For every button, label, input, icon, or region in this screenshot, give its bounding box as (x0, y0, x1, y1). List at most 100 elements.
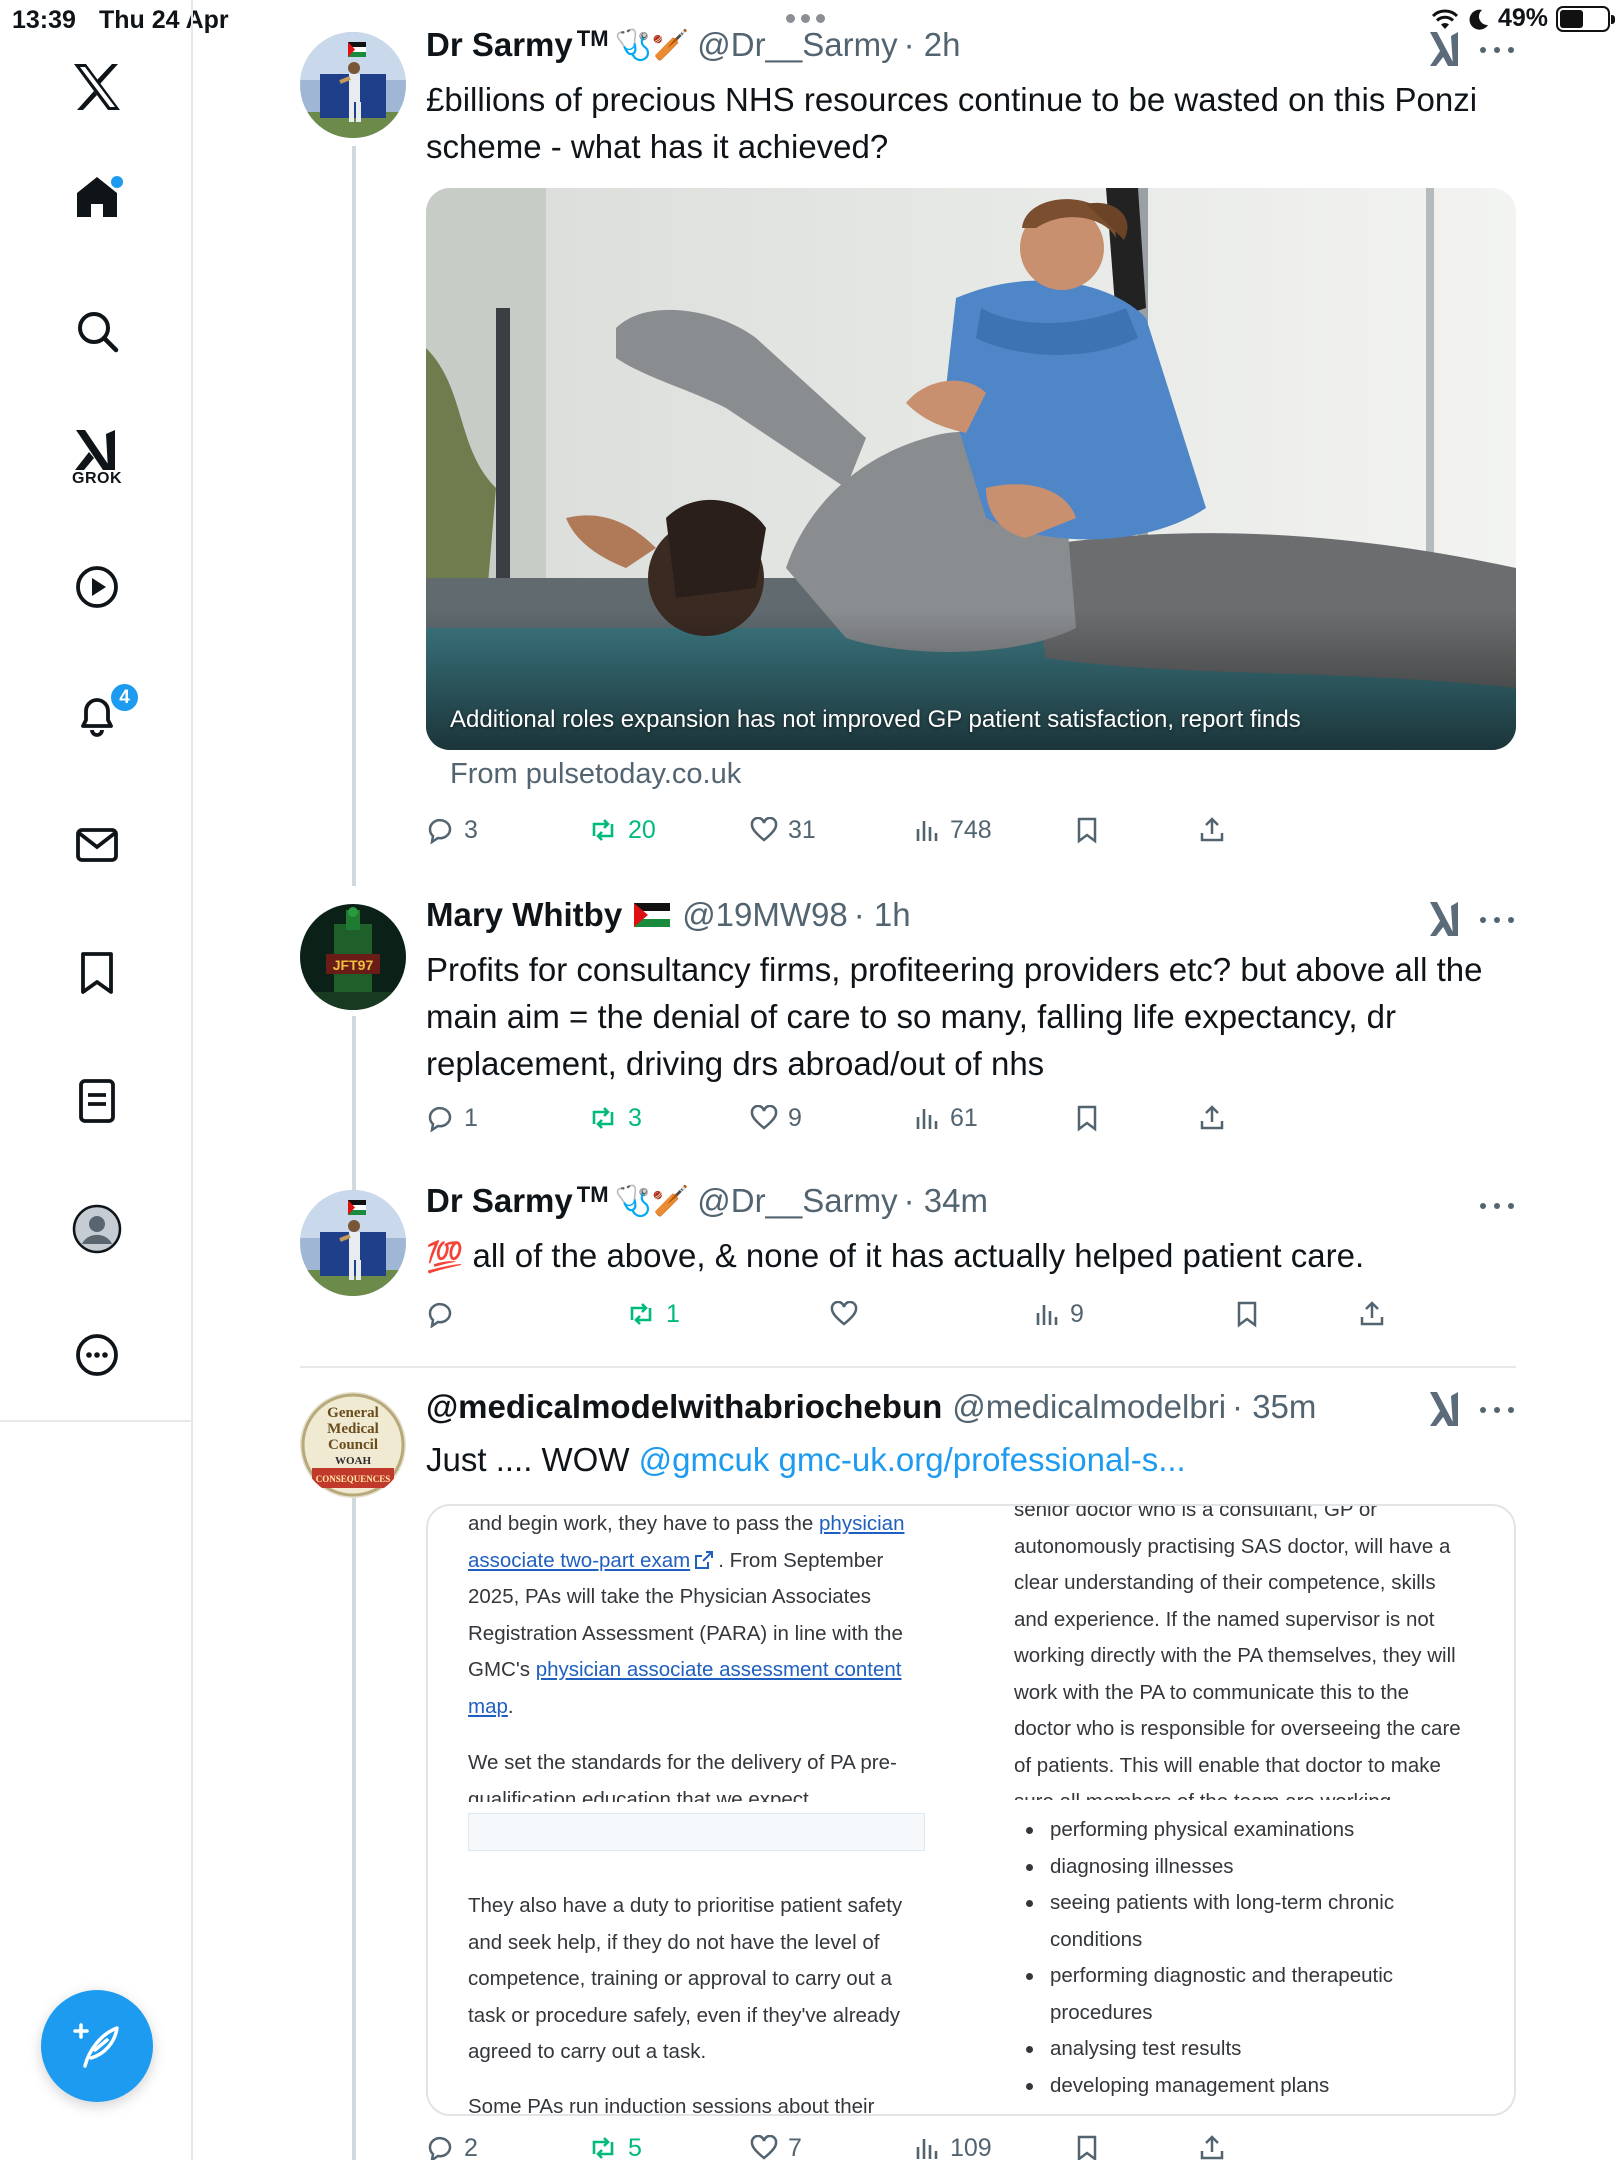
grok-explain-icon[interactable] (1428, 1390, 1464, 1428)
author-handle[interactable]: @medicalmodelbri (952, 1388, 1226, 1426)
tweet-time[interactable]: · 1h (854, 896, 911, 934)
tweet-time[interactable]: · 35m (1232, 1388, 1316, 1426)
doc-text: task or procedure safely, even if they'v… (468, 2003, 900, 2027)
video-icon (76, 566, 118, 608)
author-handle[interactable]: @19MW98 (682, 896, 848, 934)
avatar-text: JFT97 (333, 957, 374, 973)
compose-icon (73, 2023, 119, 2068)
bookmark-icon (81, 952, 113, 994)
author-name[interactable]: @medicalmodelwithabriochebun (426, 1388, 942, 1426)
share-button[interactable] (1358, 1294, 1386, 1334)
moon-icon (1469, 9, 1488, 30)
view-count: 9 (1070, 1299, 1084, 1328)
sidebar: GROK 4 (0, 0, 193, 2160)
avatar-line: Council (328, 1437, 378, 1453)
multitasking-dots-icon[interactable] (786, 8, 834, 28)
bookmark-button[interactable] (1074, 810, 1100, 850)
compose-button[interactable] (41, 1990, 153, 2102)
author-badges: 🩺🏏 (614, 27, 690, 63)
link-card-image[interactable] (426, 188, 1516, 750)
repost-button[interactable]: 3 (588, 1098, 642, 1138)
reply-button[interactable]: 2 (426, 2128, 478, 2160)
external-link-icon (695, 1550, 714, 1569)
tweet-text: Profits for consultancy firms, profiteer… (426, 951, 1483, 1082)
more-options-icon[interactable] (1480, 1200, 1514, 1212)
bookmark-button[interactable] (1074, 2128, 1100, 2160)
like-button[interactable] (830, 1294, 868, 1334)
views-button[interactable]: 748 (914, 810, 992, 850)
author-handle[interactable]: @Dr__Sarmy (697, 1182, 897, 1220)
nav-video[interactable] (55, 564, 139, 610)
heart-icon (750, 817, 778, 842)
more-options-icon[interactable] (1480, 1404, 1514, 1416)
thread-line (352, 146, 356, 886)
tweet-time[interactable]: · 2h (904, 26, 961, 64)
x-logo-icon[interactable] (55, 62, 139, 112)
share-button[interactable] (1198, 1098, 1226, 1138)
avatar[interactable]: JFT97 (300, 904, 406, 1010)
repost-button[interactable]: 20 (588, 810, 656, 850)
heart-icon (750, 1105, 778, 1130)
like-button[interactable]: 31 (750, 810, 816, 850)
repost-count: 3 (628, 1103, 642, 1132)
share-button[interactable] (1198, 2128, 1226, 2160)
nav-notifications[interactable]: 4 (55, 682, 140, 738)
nav-lists[interactable] (55, 1078, 139, 1124)
views-icon (1036, 1305, 1058, 1325)
avatar[interactable]: General Medical Council WOAH CONSEQUENCE… (300, 1392, 406, 1498)
like-button[interactable]: 9 (750, 1098, 802, 1138)
doc-bullet: performing diagnostic and therapeutic pr… (1024, 1958, 1444, 2031)
reply-count: 2 (464, 2133, 478, 2160)
tweet-time[interactable]: · 34m (904, 1182, 988, 1220)
bookmark-button[interactable] (1074, 1098, 1100, 1138)
doc-text: We set the standards for the delivery of… (468, 1751, 897, 1774)
link-card-source[interactable]: From pulsetoday.co.uk (450, 758, 741, 791)
reply-button[interactable]: 1 (426, 1098, 478, 1138)
view-count: 61 (950, 1103, 978, 1132)
repost-button[interactable]: 1 (626, 1294, 680, 1334)
repost-count: 5 (628, 2133, 642, 2160)
avatar-line: General (327, 1405, 379, 1421)
author-name[interactable]: Dr Sarmy (426, 1182, 573, 1220)
bookmark-button[interactable] (1234, 1294, 1260, 1334)
views-button[interactable]: 61 (914, 1098, 978, 1138)
home-new-indicator (111, 176, 123, 188)
share-icon (1200, 2135, 1224, 2160)
repost-button[interactable]: 5 (588, 2128, 642, 2160)
author-name[interactable]: Mary Whitby (426, 896, 622, 934)
doc-text: competence, training or approval to carr… (468, 1967, 892, 1990)
doc-bullet: developing management plans (1024, 2068, 1444, 2105)
nav-messages[interactable] (55, 822, 139, 868)
tweet-text: all of the above, & none of it has actua… (472, 1237, 1365, 1274)
nav-more[interactable] (55, 1332, 139, 1378)
share-button[interactable] (1198, 810, 1226, 850)
grok-explain-icon[interactable] (1428, 900, 1464, 938)
doc-text: work with the PA to communicate this to … (1014, 1680, 1409, 1704)
url-link[interactable]: gmc-uk.org/professional-s... (779, 1441, 1186, 1478)
nav-home[interactable] (55, 174, 139, 220)
views-button[interactable]: 9 (1034, 1294, 1084, 1334)
more-options-icon[interactable] (1480, 914, 1514, 926)
views-button[interactable]: 109 (914, 2128, 992, 2160)
doc-bullet-list: performing physical examinations diagnos… (1024, 1812, 1444, 2104)
avatar[interactable] (300, 32, 406, 138)
attached-image-document[interactable]: and begin work, they have to pass the ph… (426, 1504, 1516, 2116)
reply-button[interactable]: 3 (426, 810, 478, 850)
reply-button[interactable] (426, 1294, 464, 1334)
doc-bullet: seeing patients with long-term chronic c… (1024, 1885, 1444, 1958)
nav-profile[interactable] (55, 1204, 139, 1254)
nav-search[interactable] (55, 308, 139, 354)
nav-bookmarks[interactable] (55, 950, 139, 996)
author-handle[interactable]: @Dr__Sarmy (697, 26, 897, 64)
grok-explain-icon[interactable] (1428, 30, 1464, 68)
doc-text: and experience. If the named supervisor … (1014, 1607, 1435, 1631)
view-count: 748 (950, 815, 992, 844)
more-options-icon[interactable] (1480, 44, 1514, 56)
author-name[interactable]: Dr Sarmy (426, 26, 573, 64)
hundred-emoji: 💯 (426, 1240, 464, 1275)
reply-count: 1 (464, 1103, 478, 1132)
nav-grok[interactable]: GROK (55, 428, 139, 488)
avatar[interactable] (300, 1190, 406, 1296)
mention-link[interactable]: @gmcuk (639, 1441, 770, 1478)
like-button[interactable]: 7 (750, 2128, 802, 2160)
